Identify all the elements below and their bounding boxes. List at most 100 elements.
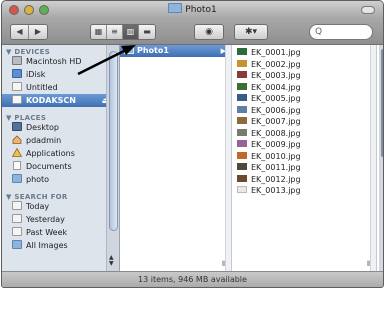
window-title: Photo1 (2, 3, 383, 15)
file-item[interactable]: EK_0005.jpg (232, 93, 376, 105)
file-item[interactable]: EK_0001.jpg (232, 47, 376, 59)
sidebar-item-documents[interactable]: Documents (2, 160, 119, 173)
sidebar-item-past-week[interactable]: Past Week (2, 226, 119, 239)
clock-icon (12, 201, 22, 210)
file-name: EK_0011.jpg (251, 163, 301, 172)
column-2-scrollbar[interactable] (370, 45, 376, 271)
column-view-button[interactable]: ▥ (123, 25, 139, 39)
forward-button[interactable]: ▶ (29, 25, 47, 39)
disk-icon (12, 82, 22, 91)
clock-icon (12, 227, 22, 236)
folder-icon (168, 3, 183, 13)
file-item[interactable]: EK_0006.jpg (232, 105, 376, 117)
coverflow-view-button[interactable]: ▬ (139, 25, 155, 39)
column-resize-handle[interactable]: ⦀ (367, 260, 370, 269)
documents-icon (12, 161, 22, 170)
sidebar-item-label: Macintosh HD (26, 57, 82, 66)
column-item-photo1[interactable]: Photo1 ▶ (120, 45, 231, 57)
jpg-thumbnail-icon (237, 59, 247, 67)
sidebar-item-label: photo (26, 175, 50, 184)
list-view-button[interactable]: ≡ (107, 25, 123, 39)
applications-icon (11, 147, 23, 157)
jpg-thumbnail-icon (237, 140, 247, 147)
sidebar-item-idisk[interactable]: iDisk (2, 68, 119, 81)
back-button[interactable]: ◀ (11, 25, 29, 39)
icon-view-button[interactable]: ▦ (91, 25, 107, 39)
sidebar-scroll-thumb[interactable] (109, 51, 118, 231)
file-item[interactable]: EK_0010.jpg (232, 151, 376, 163)
window-title-text: Photo1 (185, 5, 217, 15)
file-item[interactable]: EK_0011.jpg (232, 162, 376, 174)
scroll-thumb[interactable] (381, 49, 383, 157)
scroll-arrows-icon[interactable]: ▲ ▼ (109, 255, 114, 267)
file-name: EK_0010.jpg (251, 151, 301, 161)
sidebar-item-untitled[interactable]: Untitled (2, 81, 119, 94)
sidebar-item-photo[interactable]: photo (2, 173, 119, 186)
sidebar-item-label: Yesterday (26, 215, 65, 224)
folder-icon (124, 46, 134, 54)
toolbar: ◀ ▶ ▦ ≡ ▥ ▬ ◉ ✱▾ Q (2, 19, 383, 45)
file-item[interactable]: EK_0003.jpg (232, 70, 376, 82)
column-browser-1: Photo1 ▶ ⦀ (120, 45, 232, 271)
jpg-thumbnail-icon (237, 174, 247, 182)
sidebar-item-label: Applications (26, 149, 75, 158)
file-name: EK_0009.jpg (251, 140, 301, 149)
title-bar[interactable]: Photo1 (2, 1, 383, 19)
sidebar-item-all-images[interactable]: All Images (2, 239, 119, 252)
file-item[interactable]: EK_0013.jpg (232, 185, 376, 197)
file-name: EK_0012.jpg (251, 174, 301, 184)
file-name: EK_0005.jpg (251, 94, 301, 103)
file-item[interactable]: EK_0009.jpg (232, 139, 376, 151)
file-item[interactable]: EK_0008.jpg (232, 128, 376, 140)
sidebar-scrollbar[interactable]: ▲ ▼ (106, 45, 119, 271)
sidebar-item-kodakscn[interactable]: KODAKSCN⏏ (2, 94, 119, 107)
column-browser-2: EK_0001.jpg EK_0002.jpg EK_0003.jpg EK_0… (232, 45, 377, 271)
column-3-scrollbar[interactable] (379, 45, 383, 271)
sidebar-item-label: Today (26, 202, 50, 211)
sidebar-item-applications[interactable]: Applications (2, 147, 119, 160)
jpg-thumbnail-icon (237, 48, 247, 55)
sidebar-item-macintosh-hd[interactable]: Macintosh HD (2, 55, 119, 68)
jpg-thumbnail-icon (237, 128, 247, 136)
sidebar-item-today[interactable]: Today (2, 200, 119, 213)
file-name: EK_0007.jpg (251, 117, 301, 126)
sidebar-item-label: Documents (26, 162, 72, 171)
jpg-thumbnail-icon (237, 71, 247, 78)
sidebar: ▼ DEVICES Macintosh HD iDisk Untitled KO… (2, 45, 120, 271)
home-icon (12, 135, 22, 144)
folder-icon (12, 174, 22, 183)
sidebar-item-label: Desktop (26, 123, 59, 132)
sidebar-item-label: iDisk (26, 70, 46, 79)
sidebar-item-desktop[interactable]: Desktop (2, 121, 119, 134)
quick-look-button[interactable]: ◉ (194, 24, 224, 40)
sidebar-item-yesterday[interactable]: Yesterday (2, 213, 119, 226)
file-item[interactable]: EK_0007.jpg (232, 116, 376, 128)
status-bar: 13 items, 946 MB available (2, 271, 383, 287)
column-resize-handle[interactable]: ⦀ (222, 260, 225, 269)
file-item[interactable]: EK_0012.jpg (232, 174, 376, 186)
file-name: EK_0001.jpg (251, 48, 301, 57)
images-icon (12, 240, 22, 249)
sidebar-item-label: All Images (26, 241, 68, 250)
sidebar-item-label: KODAKSCN (26, 96, 76, 105)
action-menu-button[interactable]: ✱▾ (234, 24, 268, 40)
file-name: EK_0002.jpg (251, 59, 301, 69)
sidebar-item-pdadmin[interactable]: pdadmin (2, 134, 119, 147)
navigation-buttons: ◀ ▶ (10, 24, 48, 40)
jpg-thumbnail-icon (237, 186, 247, 193)
column-browser-3 (377, 45, 383, 271)
removable-disk-icon (12, 95, 22, 104)
jpg-thumbnail-icon (237, 151, 247, 159)
file-name: EK_0004.jpg (251, 82, 301, 92)
file-item[interactable]: EK_0002.jpg (232, 59, 376, 71)
toolbar-toggle-button[interactable] (361, 6, 375, 14)
file-item[interactable]: EK_0004.jpg (232, 82, 376, 94)
file-name: EK_0006.jpg (251, 105, 301, 115)
sidebar-header-search: ▼ SEARCH FOR (6, 193, 68, 201)
column-item-label: Photo1 (137, 46, 169, 55)
sidebar-item-label: Untitled (26, 83, 58, 92)
column-1-scrollbar[interactable] (225, 45, 231, 271)
idisk-icon (12, 69, 22, 78)
search-input[interactable]: Q (309, 24, 373, 40)
jpg-thumbnail-icon (237, 163, 247, 170)
